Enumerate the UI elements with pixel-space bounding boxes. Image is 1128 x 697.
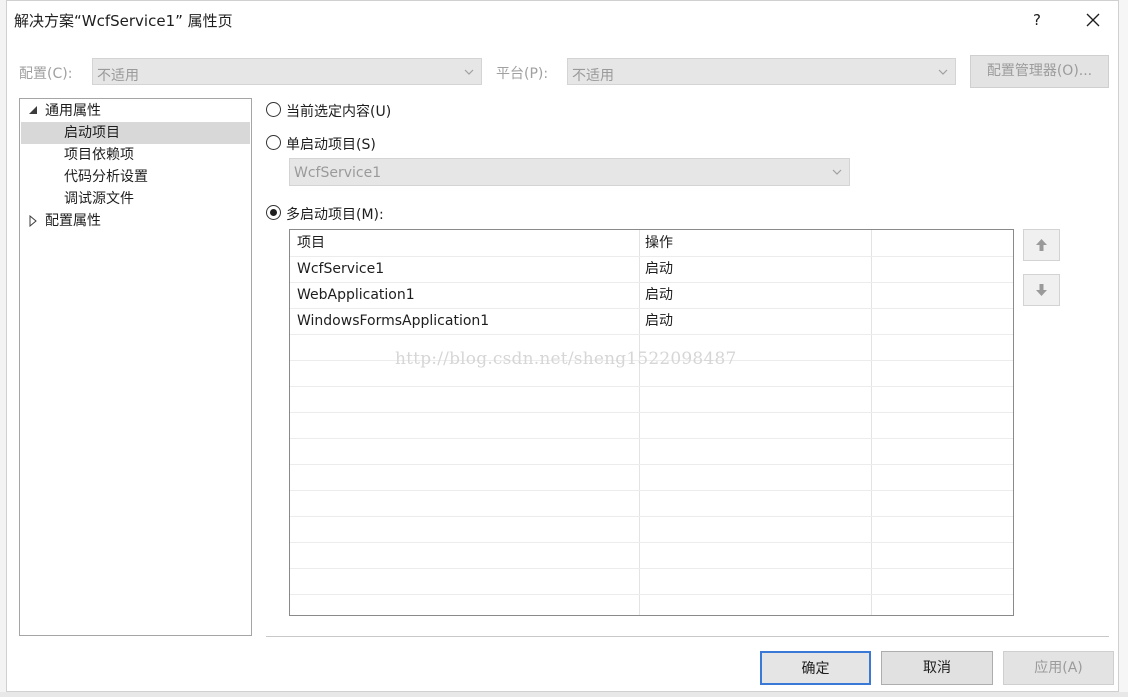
move-down-button[interactable] [1023, 274, 1060, 306]
expanded-triangle-icon[interactable] [28, 106, 38, 116]
cancel-button[interactable]: 取消 [881, 651, 993, 685]
background-window-edge-bottom [0, 692, 1128, 697]
grid-cell-action[interactable]: 启动 [645, 283, 673, 308]
grid-row-line [290, 490, 1013, 491]
grid-row-line [290, 412, 1013, 413]
single-startup-value: WcfService1 [294, 165, 382, 181]
grid-cell-action[interactable]: 启动 [645, 257, 673, 282]
move-up-button[interactable] [1023, 229, 1060, 261]
grid-cell-action[interactable]: 启动 [645, 309, 673, 334]
chevron-down-icon [938, 69, 948, 75]
grid-cell-project[interactable]: WebApplication1 [297, 283, 415, 308]
grid-row-line [290, 516, 1013, 517]
arrow-down-icon [1036, 284, 1047, 296]
radio-multiple-startup-label[interactable]: 多启动项目(M): [286, 204, 384, 224]
arrow-up-icon [1036, 239, 1047, 251]
tree-item-debug-source-files[interactable]: 调试源文件 [64, 188, 134, 210]
close-button[interactable] [1078, 5, 1108, 35]
tree-item-code-analysis-settings[interactable]: 代码分析设置 [64, 166, 148, 188]
watermark-text: http://blog.csdn.net/sheng1522098487 [395, 349, 737, 369]
config-label: 配置(C): [19, 66, 73, 82]
grid-row-line [290, 438, 1013, 439]
ok-button[interactable]: 确定 [760, 651, 871, 685]
help-button[interactable]: ? [1024, 5, 1050, 35]
close-icon [1086, 13, 1100, 27]
grid-row-line [290, 386, 1013, 387]
config-dropdown[interactable]: 不适用 [92, 58, 482, 85]
grid-cell-project[interactable]: WcfService1 [297, 257, 384, 282]
grid-column-divider [639, 230, 640, 615]
config-dropdown-value: 不适用 [97, 68, 139, 84]
grid-header-project: 项目 [297, 235, 325, 251]
grid-row-line [290, 594, 1013, 595]
grid-row-line [290, 568, 1013, 569]
radio-current-selection[interactable] [266, 102, 281, 117]
grid-column-divider [871, 230, 872, 615]
platform-dropdown[interactable]: 不适用 [567, 58, 956, 85]
tree-item-startup-project[interactable]: 启动项目 [64, 122, 120, 144]
tree-item-configuration-properties[interactable]: 配置属性 [45, 210, 101, 232]
tree-item-common-properties[interactable]: 通用属性 [45, 100, 101, 122]
radio-current-selection-label[interactable]: 当前选定内容(U) [286, 101, 391, 121]
tree-item-project-dependencies[interactable]: 项目依赖项 [64, 144, 134, 166]
apply-button[interactable]: 应用(A) [1003, 651, 1114, 685]
platform-dropdown-value: 不适用 [572, 68, 614, 84]
grid-cell-project[interactable]: WindowsFormsApplication1 [297, 309, 489, 334]
grid-row-line [290, 464, 1013, 465]
grid-header-action: 操作 [645, 235, 673, 251]
radio-single-startup[interactable] [266, 135, 281, 150]
configuration-manager-button[interactable]: 配置管理器(O)... [970, 55, 1109, 88]
startup-projects-grid: 项目 操作 WcfService1 启动 WebApplication1 启动 … [289, 229, 1014, 616]
chevron-down-icon [464, 69, 474, 75]
single-startup-dropdown[interactable]: WcfService1 [289, 158, 850, 186]
grid-row-line [290, 542, 1013, 543]
radio-multiple-startup[interactable] [266, 205, 281, 220]
platform-label: 平台(P): [496, 66, 549, 82]
background-window-edge-right [1119, 0, 1128, 697]
separator-line [266, 636, 1109, 637]
chevron-down-icon [832, 169, 842, 175]
dialog-title: 解决方案“WcfService1” 属性页 [14, 12, 233, 30]
tree-selection-highlight [21, 122, 250, 144]
grid-row-line [290, 334, 1013, 335]
radio-single-startup-label[interactable]: 单启动项目(S) [286, 134, 376, 154]
collapsed-triangle-icon[interactable] [28, 215, 38, 227]
